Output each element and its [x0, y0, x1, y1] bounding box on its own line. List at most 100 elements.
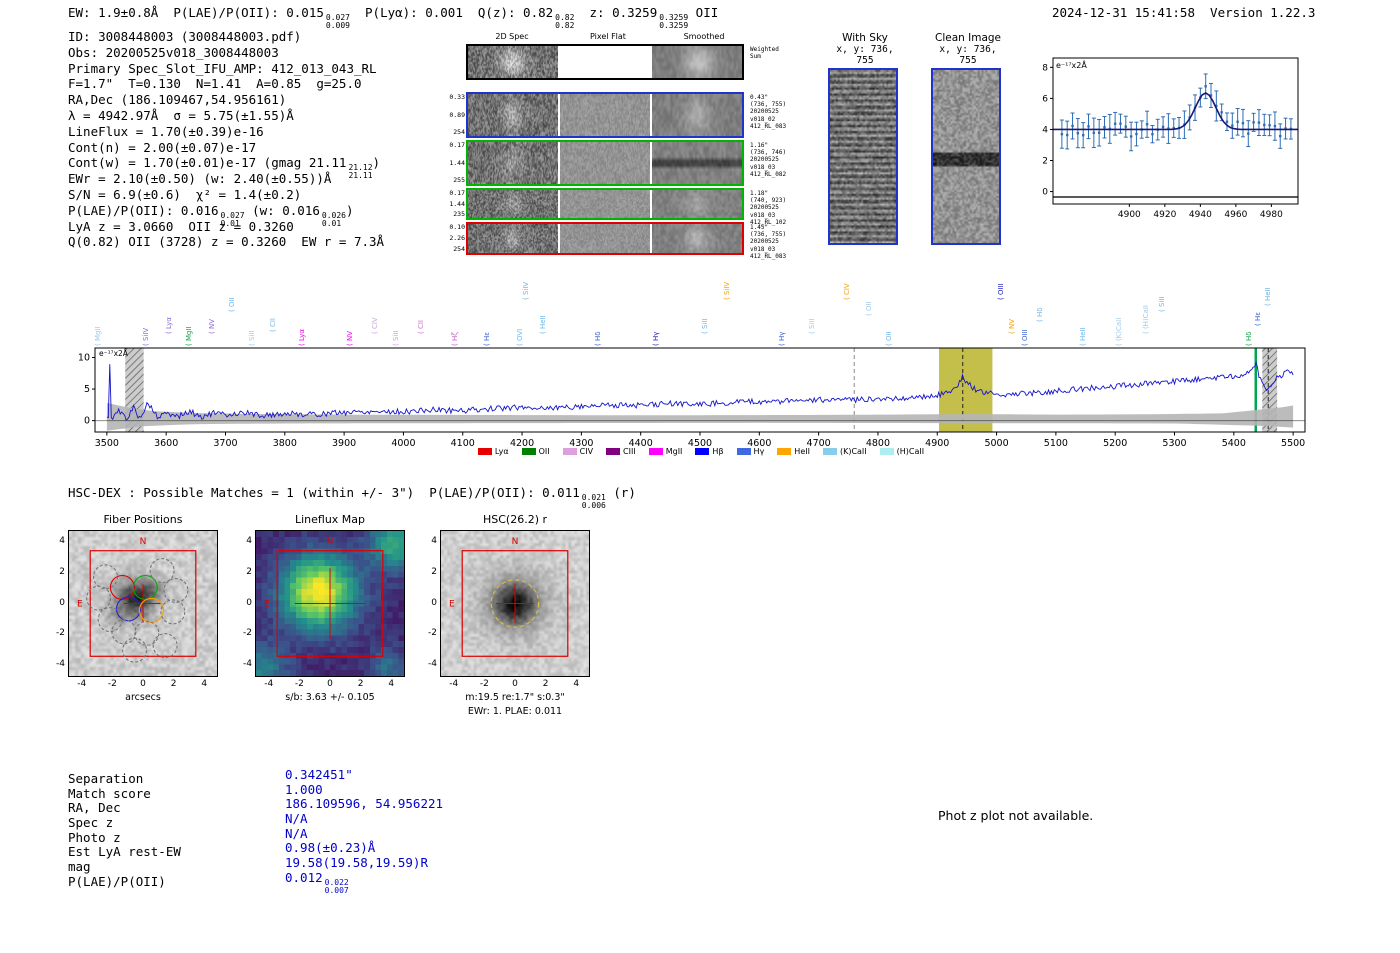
info-line: ID: 3008448003 (3008448003.pdf): [68, 29, 384, 45]
y-tick-label: -2: [428, 628, 437, 639]
svg-text:4940: 4940: [1189, 210, 1212, 220]
legend-label: Hβ: [712, 447, 724, 456]
sub-value: 0.006: [581, 501, 606, 510]
svg-text:4: 4: [1042, 125, 1048, 135]
scale-value: 2.26: [449, 234, 465, 242]
clean-image-title: Clean Image: [934, 32, 1002, 44]
text-run: (w: 0.016: [244, 202, 320, 218]
sub-value: 0.007: [324, 885, 349, 895]
info-line: S/N = 6.9(±0.6) χ² = 1.4(±0.2): [68, 187, 384, 203]
scale-value: 1.44: [449, 199, 465, 208]
spectral-line-label-SiIV: ( SiIV: [722, 281, 731, 300]
lineflux-map-title: Lineflux Map: [294, 513, 366, 526]
stacked-uncertainty: 0.027 0.009: [326, 14, 350, 30]
svg-text:0: 0: [84, 416, 90, 427]
match-field-value: 19.58(19.58,19.59)R: [285, 855, 428, 871]
spectral-line-label-NV: ( NV: [1007, 319, 1016, 334]
legend-swatch: [879, 448, 894, 455]
text-run: P(Lyα): 0.001 Q(z): 0.82: [349, 5, 554, 20]
text-run: 0.342451": [285, 767, 353, 782]
stacked-uncertainty: 0.82 0.82: [555, 14, 574, 30]
spectral-line-label-OII: ( OII: [227, 297, 236, 312]
spectral-line-label-Hε: ( Hε: [1253, 311, 1262, 326]
cutout-row-scale: 0.17 1.44 255: [442, 142, 465, 184]
spectral-line-label-CIV: ( CIV: [843, 283, 852, 300]
svg-text:8: 8: [1042, 63, 1048, 73]
scale-value: 235: [453, 210, 465, 218]
cutout-column-title: Pixel Flat: [590, 32, 626, 41]
legend-label: CIV: [579, 447, 594, 456]
stacked-uncertainty: 0.022 0.007: [324, 878, 349, 895]
svg-text:e⁻¹⁷x2Å: e⁻¹⁷x2Å: [99, 349, 129, 358]
text-run: ): [372, 155, 381, 171]
with-sky-image-frame: [828, 68, 898, 245]
hsc-cutout-plot: NE -4 -4 -2 -2 0 0 2 2 4 4: [428, 530, 590, 689]
x-tick-label: 4: [573, 679, 580, 689]
sub-value: 0.3259: [659, 21, 689, 30]
clean-image-panel: Clean Image x, y: 736, 755: [931, 32, 1005, 245]
spectral-line-label-CII: ( CII: [417, 320, 426, 334]
fiber-circle: [122, 637, 148, 663]
text-run: 0.98(±0.23)Å: [285, 840, 376, 856]
spectral-line-label-SiII: ( SiII: [700, 318, 709, 334]
match-field-label: Photo z: [68, 829, 121, 845]
x-tick-label: 2: [170, 679, 177, 689]
match-field-label: Spec z: [68, 815, 114, 831]
svg-text:0: 0: [1042, 188, 1048, 198]
y-tick-label: 4: [431, 536, 437, 547]
fiber-positions-overlay: NE: [68, 530, 218, 677]
y-tick-label: -4: [428, 658, 437, 669]
fiber-circle: [93, 564, 118, 590]
fiber-circle: [163, 578, 189, 603]
scale-value: 0.33: [449, 93, 465, 101]
x-tick-label: 0: [140, 679, 146, 689]
match-table-row: RA, Dec 186.109596, 54.956221: [68, 797, 443, 816]
text-run: (r): [605, 485, 636, 500]
fiber-circle: [149, 558, 175, 584]
match-field-label: Separation: [68, 771, 144, 786]
spectral-line-label-HeII: ( HeII: [538, 315, 547, 334]
svg-text:e⁻¹⁷x2Å: e⁻¹⁷x2Å: [1056, 59, 1087, 70]
cutout-row: 0.17 1.44 255 1.16" (736, 746) 20200525 v01…: [449, 140, 786, 186]
text-run: N/A: [285, 811, 308, 827]
cutout-row-scale: 0.17 1.44 235: [442, 190, 465, 218]
hsc-cutout-overlay: NE: [440, 530, 590, 677]
match-table-row: Photo z N/A: [68, 826, 443, 846]
cutout-image: [560, 142, 650, 184]
svg-text:2: 2: [1042, 157, 1048, 167]
text-run: Cont(w) = 1.70(±0.01)e-17 (gmag 21.11: [68, 155, 347, 171]
info-line: P(LAE)/P(OII): 0.016 0.027 0.01 (w: 0.016 0…: [68, 202, 384, 228]
legend-item-(H)CaII: (H)CaII: [879, 447, 924, 456]
match-field-value: 186.109596, 54.956221: [285, 797, 443, 812]
hsc-caption: m:19.5 re:1.7" s:0.3": [465, 692, 565, 703]
cutout-row: Weighted Sum: [466, 44, 779, 80]
match-field-label: RA, Dec: [68, 800, 121, 816]
match-field-value: 1.000: [285, 782, 323, 798]
y-tick-label: 0: [59, 597, 65, 608]
cutout-row-scale: [442, 46, 465, 78]
info-line: Cont(n) = 2.00(±0.07)e-17: [68, 140, 384, 156]
scale-value: 0.10: [449, 223, 465, 231]
svg-text:N: N: [512, 537, 519, 547]
y-tick-label: 2: [246, 566, 252, 577]
spectral-line-label-SiII: ( SiII: [807, 318, 816, 334]
legend-swatch: [606, 448, 621, 455]
spectral-line-label-CIV: ( CIV: [371, 317, 380, 334]
cutout-image: [652, 190, 742, 218]
match-field-label: mag: [68, 859, 91, 875]
legend-item-Hγ: Hγ: [736, 447, 764, 456]
full-spectrum-chart: 3500 3600 3700 3800 3900 4000 4100 4200 4300 4400…: [78, 347, 1306, 449]
info-line: F=1.7" T=0.130 N=1.41 A=0.85 g=25.0: [68, 76, 384, 92]
clean-image: [933, 70, 999, 243]
cutout-image: [468, 94, 558, 136]
legend-item-CIV: CIV: [562, 447, 594, 456]
x-tick-label: 0: [512, 679, 518, 689]
text-run: N/A: [285, 825, 308, 841]
fiber-positions-plot: NE -4 -4 -2 -2 0 0 2 2 4 4: [56, 530, 218, 689]
with-sky-title: With Sky: [842, 32, 888, 44]
y-tick-label: -2: [56, 628, 65, 639]
info-line: Primary Spec_Slot_IFU_AMP: 412_013_043_R…: [68, 61, 384, 77]
text-run: Primary Spec_Slot_IFU_AMP: 412_013_043_R…: [68, 60, 377, 76]
svg-text:4900: 4900: [1118, 210, 1141, 220]
text-run: z: 0.3259: [574, 5, 658, 20]
